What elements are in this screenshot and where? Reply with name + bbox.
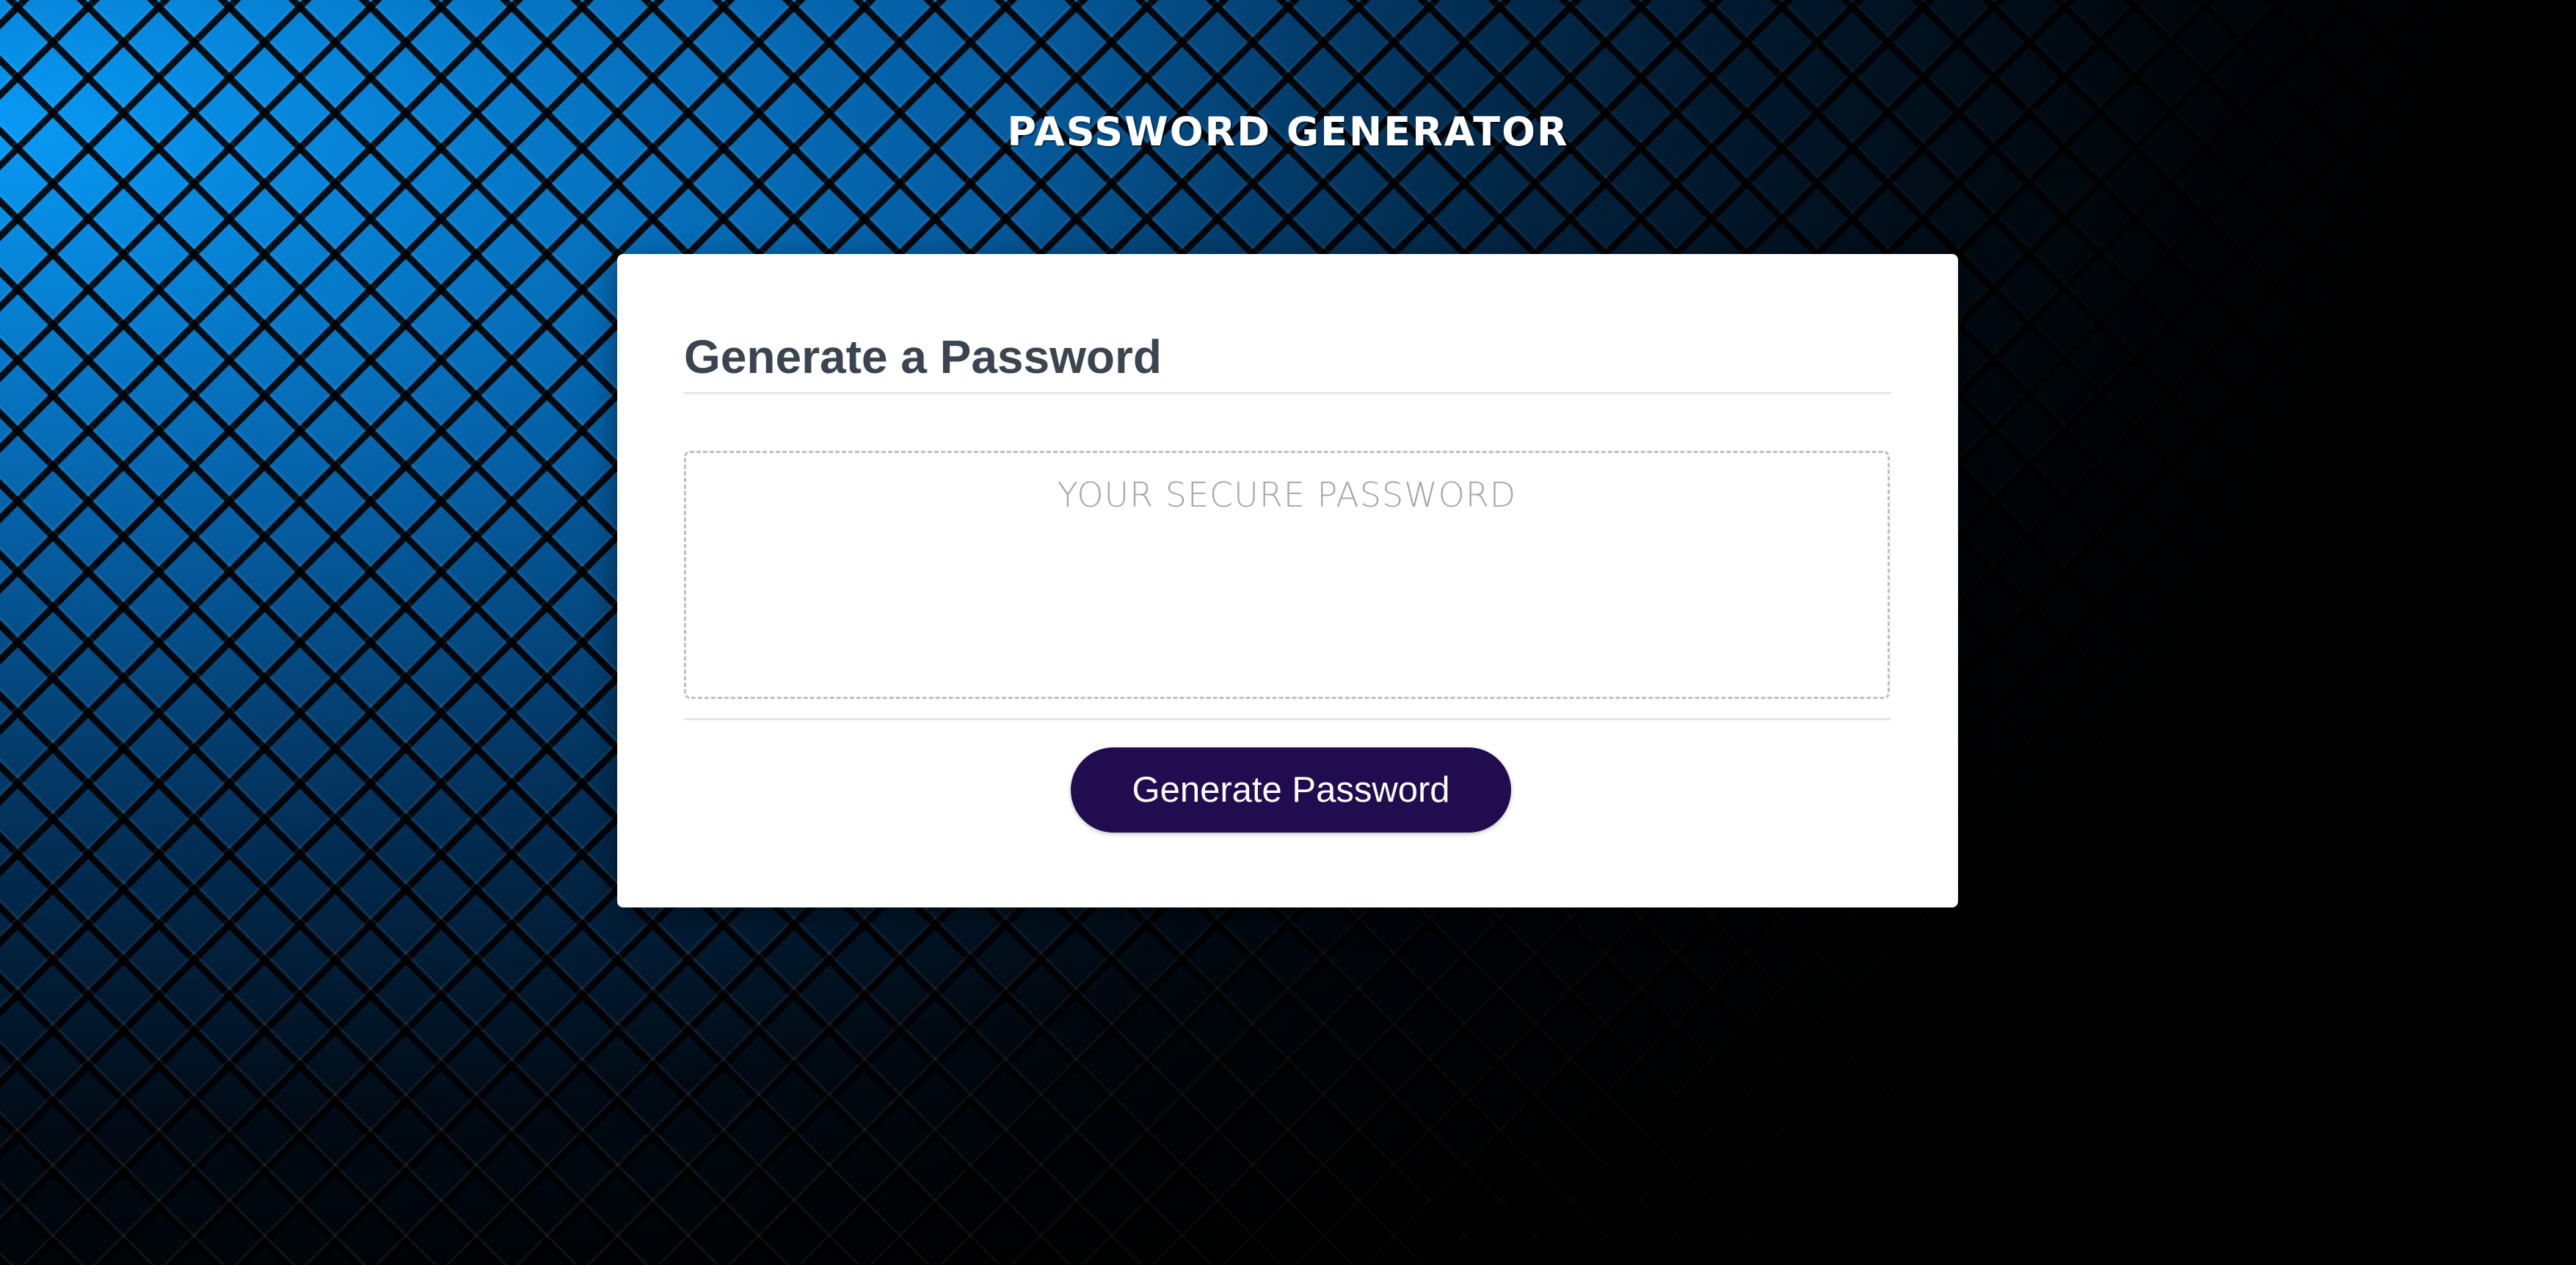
app-title: Password Generator <box>1007 109 1569 155</box>
card-title: Generate a Password <box>684 330 1162 383</box>
generate-password-button[interactable]: Generate Password <box>1071 747 1511 833</box>
password-output-box <box>684 451 1890 699</box>
password-output-field[interactable] <box>686 453 1888 697</box>
card-footer-divider <box>684 718 1891 720</box>
card-header: Generate a Password <box>684 333 1891 394</box>
generator-card: Generate a Password Generate Password <box>617 254 1958 907</box>
